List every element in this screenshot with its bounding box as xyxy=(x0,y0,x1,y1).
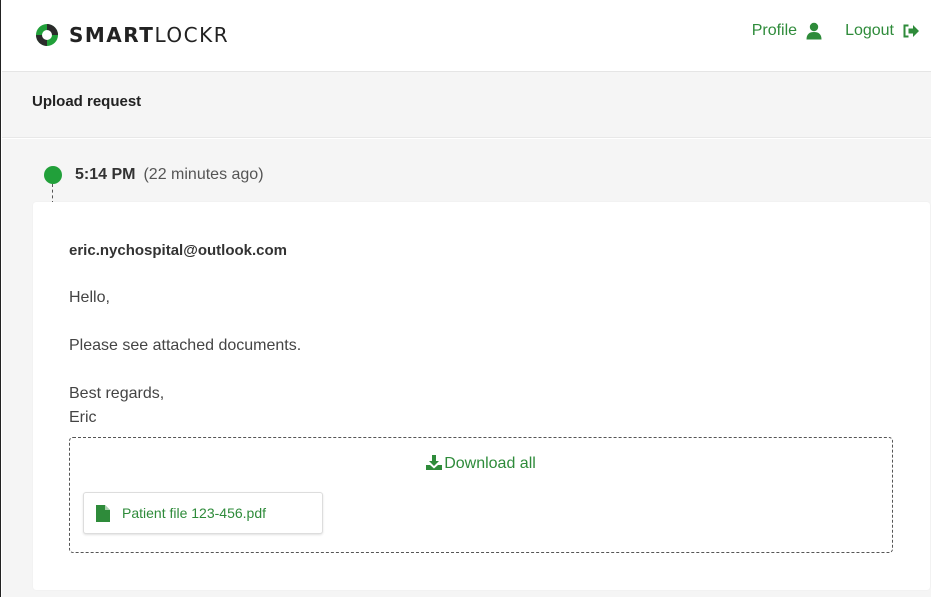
message-body: Hello, Please see attached documents. Be… xyxy=(69,286,301,430)
message-line xyxy=(69,310,301,334)
message-line: Eric xyxy=(69,409,97,426)
file-icon xyxy=(96,504,110,522)
brand-logo[interactable]: SMARTLOCKR xyxy=(35,23,229,47)
message-line: Please see attached documents. xyxy=(69,337,302,354)
download-all-button[interactable]: Download all xyxy=(70,455,892,473)
message-line: Best regards, xyxy=(69,385,165,402)
header-nav: Profile Logout xyxy=(752,22,920,40)
message-line xyxy=(69,358,301,382)
user-icon xyxy=(806,22,822,40)
profile-label: Profile xyxy=(751,22,798,39)
message-line: Hello, xyxy=(69,289,110,306)
logout-label: Logout xyxy=(845,22,894,39)
message-time: 5:14 PM xyxy=(75,166,136,183)
download-icon xyxy=(426,455,443,470)
profile-link[interactable]: Profile xyxy=(752,22,823,40)
logout-link[interactable]: Logout xyxy=(845,22,920,40)
sender-email: eric.nychospital@outlook.com xyxy=(69,242,287,259)
timeline-dot xyxy=(44,166,62,184)
attachment-file[interactable]: Patient file 123-456.pdf xyxy=(83,492,323,534)
timeline-connector xyxy=(52,184,53,204)
sign-out-icon xyxy=(903,24,919,38)
attachment-file-name: Patient file 123-456.pdf xyxy=(122,505,266,521)
logo-icon xyxy=(36,24,58,46)
content-area: 5:14 PM (22 minutes ago) eric.nychospital… xyxy=(2,139,931,597)
top-header: SMARTLOCKR Profile Logout xyxy=(2,0,931,72)
attachments-box: Download all Patient file 123-456.pdf xyxy=(69,437,893,553)
message-relative-time: (22 minutes ago) xyxy=(143,166,264,183)
page-subheader: Upload request xyxy=(2,72,931,138)
page-title: Upload request xyxy=(32,93,142,110)
download-all-label: Download all xyxy=(444,455,536,472)
app-frame: SMARTLOCKR Profile Logout Upload request xyxy=(0,0,931,597)
timeline-timestamp: 5:14 PM (22 minutes ago) xyxy=(75,166,264,184)
brand-name: SMARTLOCKR xyxy=(69,23,230,47)
message-card: eric.nychospital@outlook.com Hello, Plea… xyxy=(33,202,930,590)
